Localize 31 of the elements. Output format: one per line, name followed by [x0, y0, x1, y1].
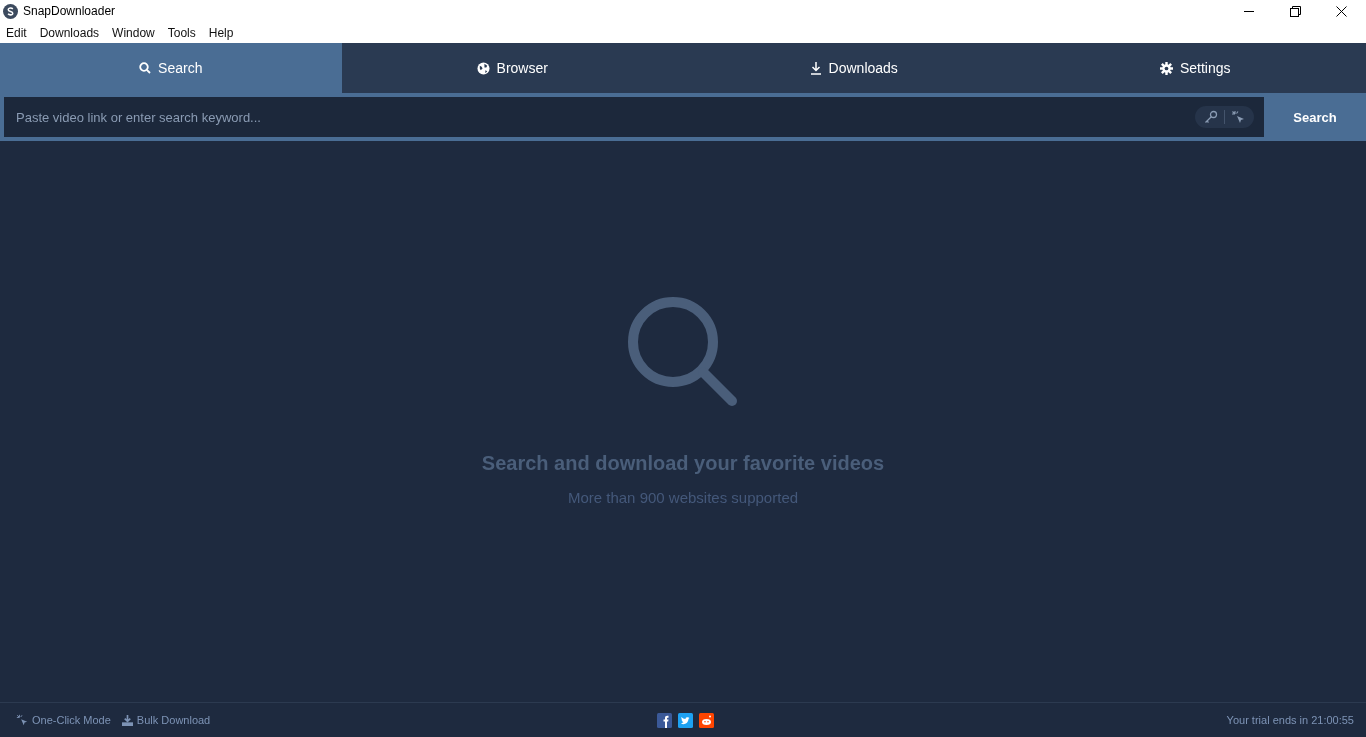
menu-item[interactable]: Tools — [167, 25, 196, 40]
tab[interactable]: Search — [0, 43, 342, 93]
tab[interactable]: Browser — [341, 43, 683, 93]
menu-item[interactable]: Edit — [6, 25, 27, 40]
one-click-mode-link[interactable]: One-Click Mode — [16, 714, 111, 726]
bulk-download-link[interactable]: Bulk Download — [121, 714, 211, 726]
window-title: SnapDownloader — [23, 4, 116, 18]
app-logo-icon — [3, 3, 18, 19]
settings-icon — [1159, 61, 1173, 75]
magic-cursor-icon — [16, 714, 28, 726]
download-icon — [121, 714, 133, 726]
trial-countdown: Your trial ends in 21:00:55 — [1225, 714, 1354, 726]
search-icon — [139, 62, 152, 74]
close-icon[interactable] — [1336, 5, 1347, 17]
twitter-icon[interactable] — [677, 712, 693, 728]
facebook-icon[interactable] — [656, 712, 672, 728]
magic-cursor-icon[interactable] — [1231, 110, 1245, 124]
empty-state-subtitle: More than 900 websites supported — [567, 489, 799, 506]
menu-item[interactable]: Downloads — [39, 25, 100, 40]
search-input[interactable]: Paste video link or enter search keyword... — [14, 108, 1195, 126]
tab[interactable]: Downloads — [683, 43, 1025, 93]
empty-state-title: Search and download your favorite videos — [481, 452, 885, 475]
download-icon — [809, 61, 822, 75]
menu-item[interactable]: Help — [208, 25, 234, 40]
key-icon[interactable] — [1204, 110, 1218, 124]
magnifier-icon — [627, 296, 739, 408]
reddit-icon[interactable] — [698, 712, 714, 728]
restore-icon[interactable] — [1290, 5, 1301, 17]
tab[interactable]: Settings — [1024, 43, 1366, 93]
menu-item[interactable]: Window — [112, 25, 155, 40]
search-field[interactable]: Paste video link or enter search keyword... — [4, 97, 1264, 137]
